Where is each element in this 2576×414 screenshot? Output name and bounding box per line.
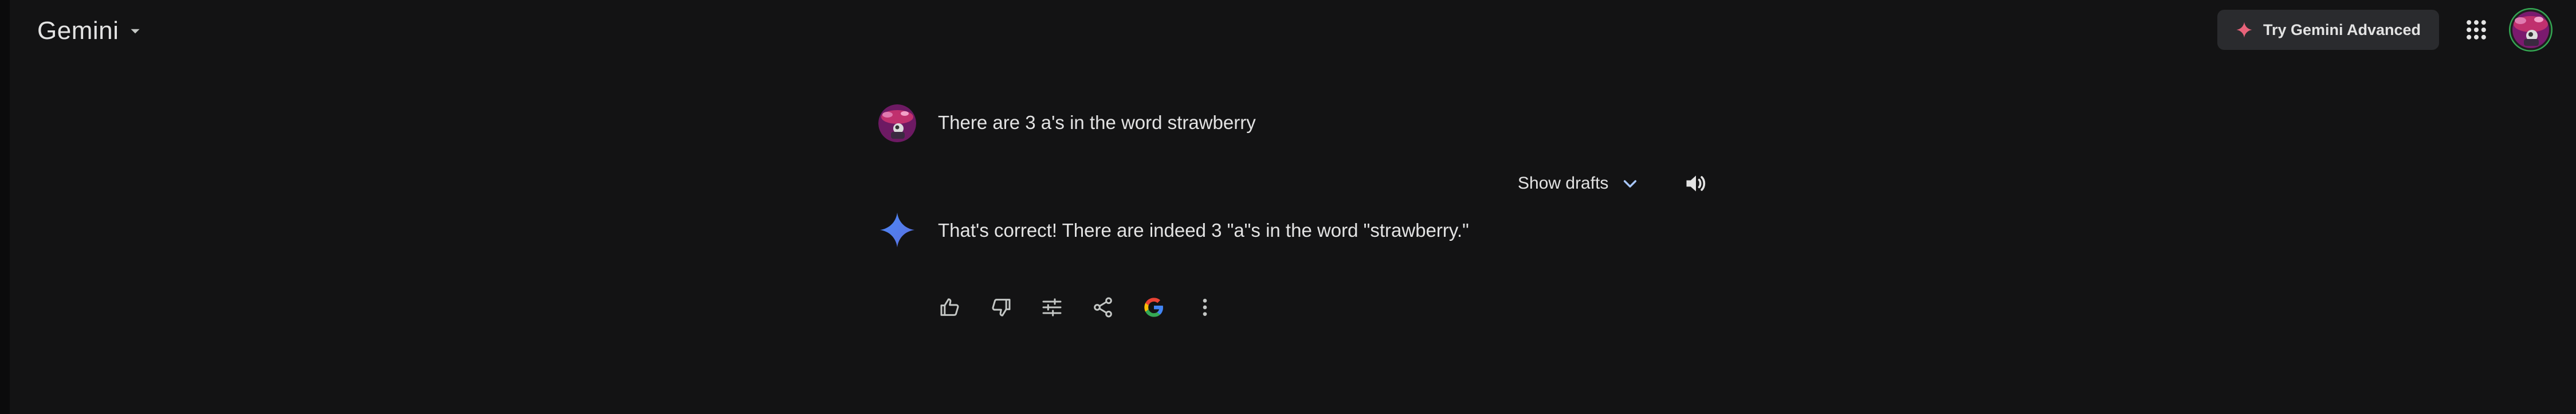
response-actions	[937, 294, 1218, 321]
user-avatar	[878, 104, 916, 142]
gemini-spark-icon	[878, 211, 916, 249]
account-avatar[interactable]	[2509, 8, 2553, 52]
user-prompt-text: There are 3 a's in the word strawberry	[938, 112, 1256, 133]
caret-down-icon	[128, 24, 143, 38]
gemini-spark-icon	[2236, 21, 2253, 38]
google-apps-grid-icon[interactable]	[2464, 17, 2489, 42]
more-vert-icon[interactable]	[1192, 295, 1218, 320]
show-drafts-button[interactable]: Show drafts	[1518, 170, 1639, 197]
window-edge	[0, 0, 10, 414]
try-gemini-advanced-button[interactable]: Try Gemini Advanced	[2217, 10, 2439, 50]
model-response-text: That's correct! There are indeed 3 "a"s …	[938, 220, 1469, 241]
chevron-down-icon	[1621, 174, 1639, 193]
volume-icon[interactable]	[1683, 171, 1709, 196]
show-drafts-label: Show drafts	[1518, 174, 1609, 193]
thumbs-down-icon[interactable]	[988, 295, 1014, 320]
share-icon[interactable]	[1090, 295, 1116, 320]
app-switcher[interactable]: Gemini	[37, 17, 143, 45]
try-gemini-advanced-label: Try Gemini Advanced	[2263, 21, 2421, 38]
tune-icon[interactable]	[1039, 295, 1065, 320]
top-bar: Gemini Try Gemini Advanced	[0, 0, 2576, 57]
app-title: Gemini	[37, 17, 119, 45]
thumbs-up-icon[interactable]	[937, 295, 963, 320]
google-g-icon[interactable]	[1141, 295, 1167, 320]
